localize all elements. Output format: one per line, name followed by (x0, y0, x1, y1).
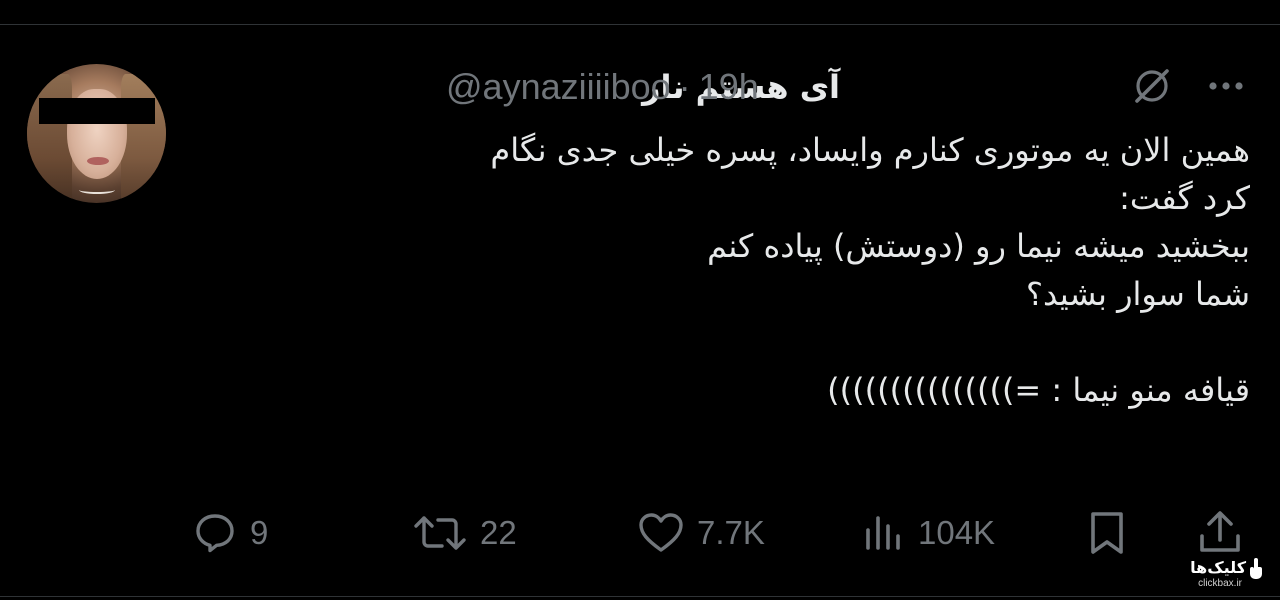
avatar-hair-left (27, 74, 72, 203)
tweet-line: شما سوار بشید؟ (1026, 275, 1250, 313)
reply-icon (196, 514, 234, 553)
meta-separator: · (678, 66, 691, 107)
heart-icon (639, 513, 683, 552)
share-icon (1200, 511, 1240, 552)
like-button[interactable]: 7.7K (637, 505, 765, 561)
user-handle[interactable]: @aynaziiiiboo (446, 66, 671, 108)
avatar-hair-right (121, 74, 166, 203)
reply-button[interactable]: 9 (192, 505, 268, 561)
retweet-icon (414, 516, 466, 550)
like-count: 7.7K (697, 514, 765, 551)
watermark: کلیک‌ها clickbax.ir (1168, 556, 1268, 596)
avatar-necklace (79, 186, 115, 194)
tweet-time[interactable]: 19h (699, 66, 759, 108)
top-divider (0, 24, 1280, 25)
watermark-url: clickbax.ir (1198, 578, 1242, 589)
tweet-line: همین الان یه موتوری کنارم وایساد، پسره خ… (490, 131, 1250, 169)
views-count: 104K (918, 514, 996, 551)
more-icon[interactable] (1198, 60, 1254, 112)
retweet-button[interactable]: 22 (412, 505, 517, 561)
bottom-divider (0, 596, 1280, 597)
reply-count: 9 (250, 514, 269, 551)
grok-icon[interactable] (1124, 60, 1180, 112)
share-button[interactable] (1196, 505, 1244, 561)
tweet-line: ببخشید میشه نیما رو (دوستش) پیاده کنم (707, 227, 1250, 265)
tweet-text: همین الان یه موتوری کنارم وایساد، پسره خ… (250, 126, 1250, 414)
pointer-hand-icon (1250, 558, 1262, 579)
avatar-lips (87, 157, 109, 165)
avatar[interactable] (27, 64, 166, 203)
tweet-meta: @aynaziiiiboo · 19h (446, 62, 759, 112)
views-icon (866, 516, 900, 550)
views-button[interactable]: 104K (860, 505, 995, 561)
retweet-count: 22 (480, 514, 517, 551)
bookmark-icon (1091, 512, 1123, 554)
tweet-line: قیافه منو نیما : =))))))))))))))) (827, 371, 1250, 409)
bookmark-button[interactable] (1084, 505, 1130, 561)
avatar-censor-bar (39, 98, 155, 124)
watermark-brand: کلیک‌ها (1190, 558, 1246, 577)
tweet-line: کرد گفت: (1119, 179, 1250, 217)
